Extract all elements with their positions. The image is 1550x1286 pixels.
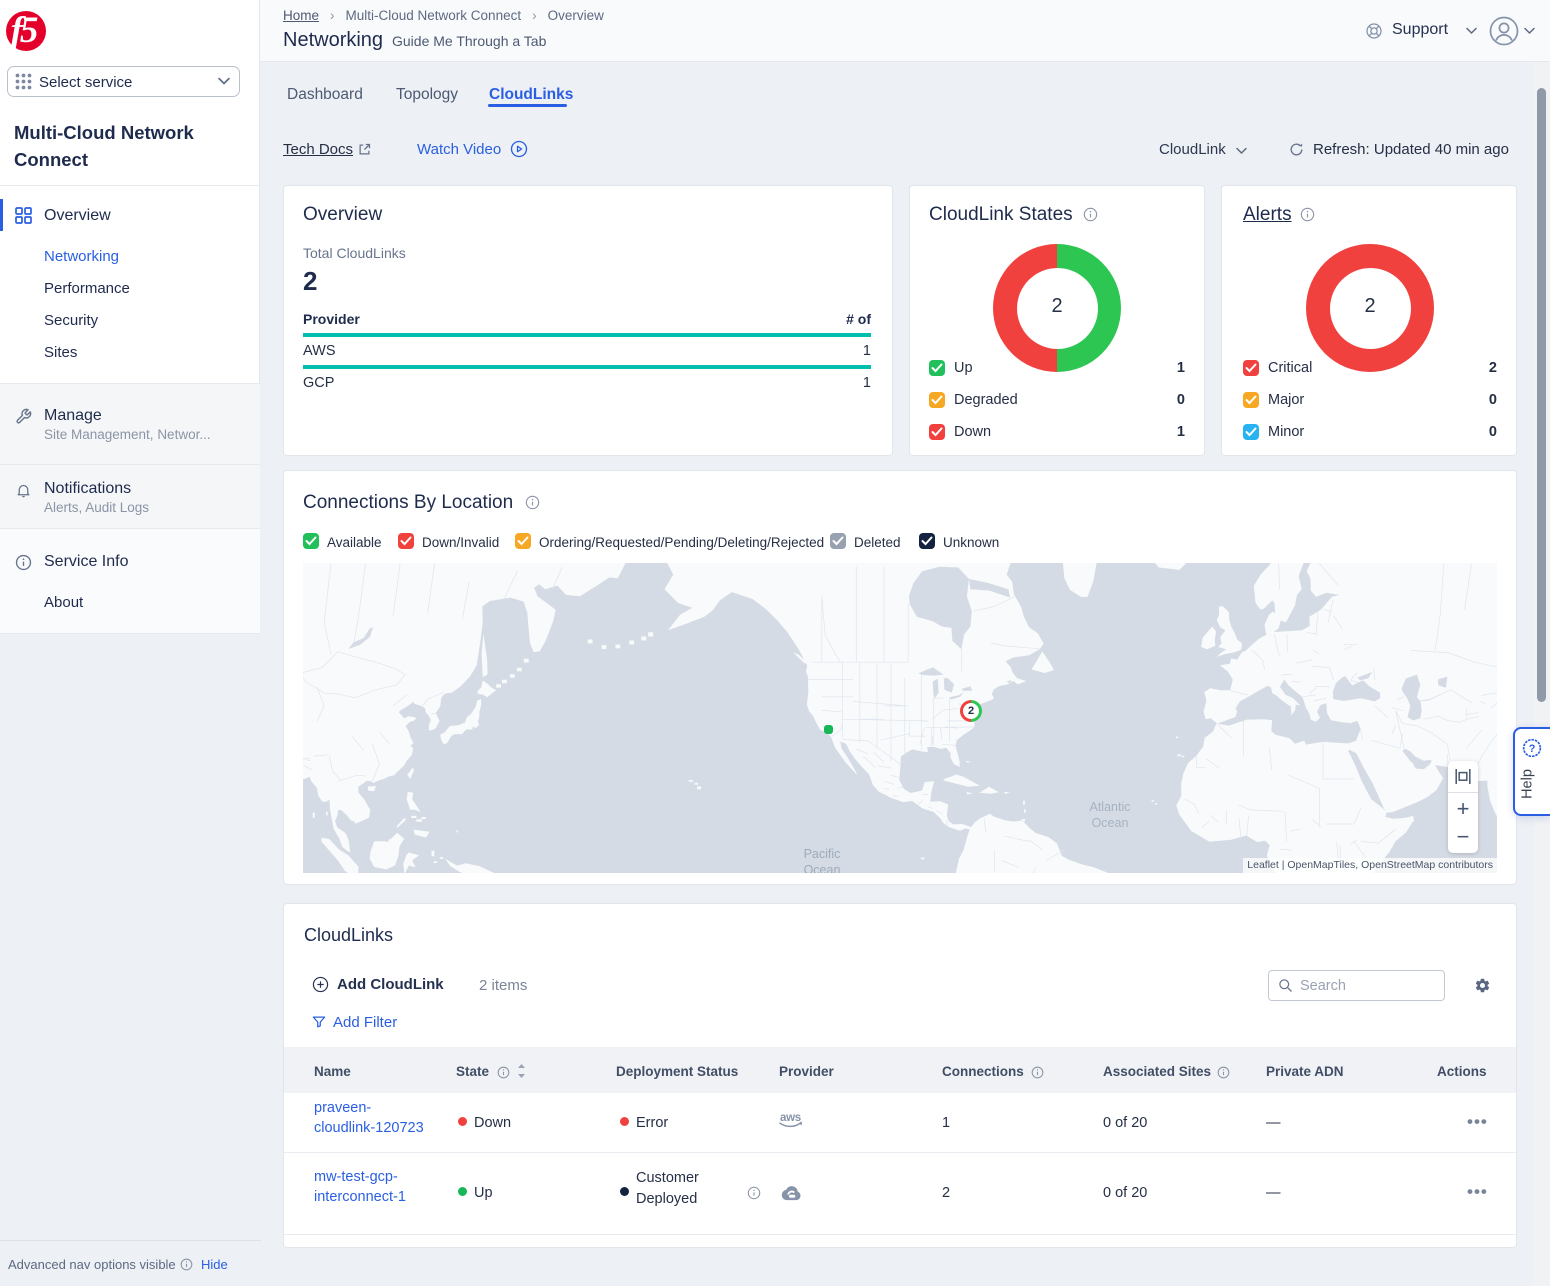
svg-text:?: ? — [1529, 743, 1536, 755]
svg-text:aws: aws — [780, 1112, 801, 1124]
